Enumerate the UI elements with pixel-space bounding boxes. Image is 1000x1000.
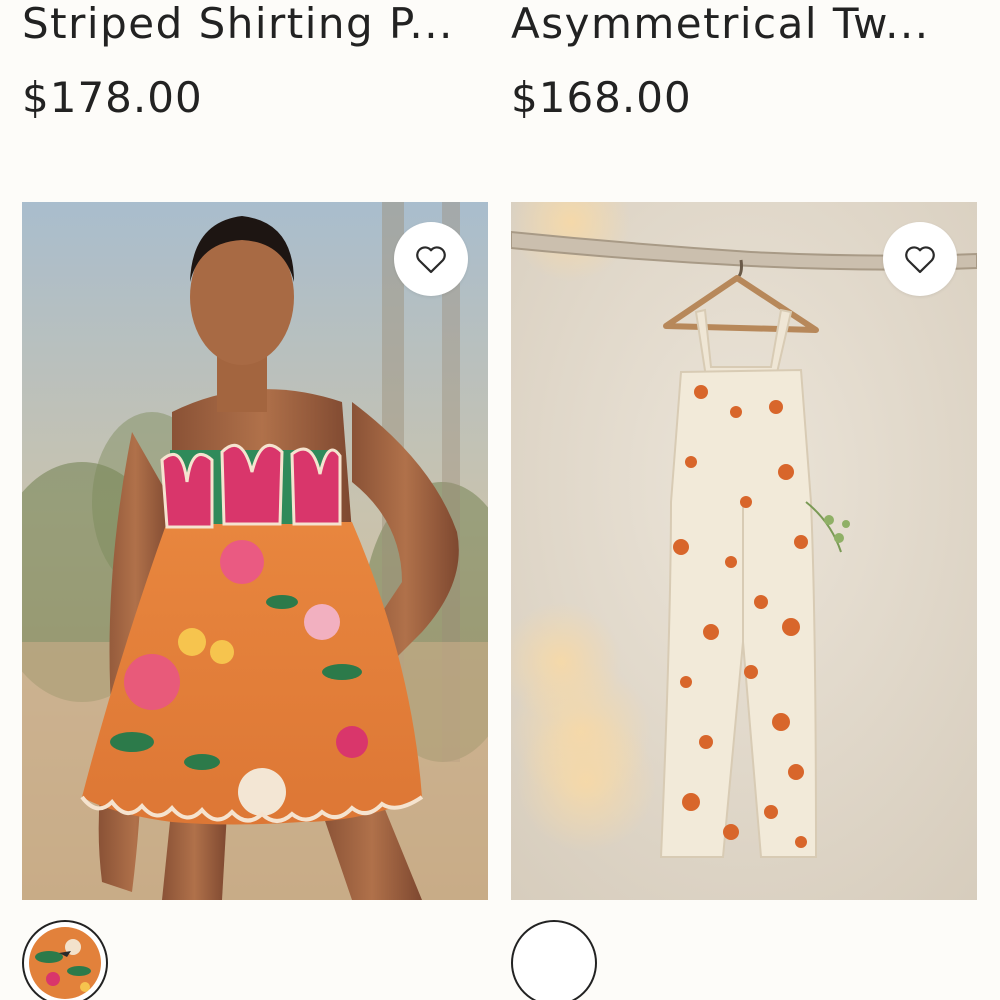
product-image-romper[interactable] [22, 202, 488, 900]
favorite-button[interactable] [394, 222, 468, 296]
favorite-button[interactable] [883, 222, 957, 296]
product-price: $168.00 [511, 73, 692, 122]
floral-swatch-image [29, 927, 101, 999]
product-price: $178.00 [22, 73, 203, 122]
heart-outline-icon [416, 246, 446, 274]
color-swatch[interactable] [511, 920, 597, 1000]
product-title[interactable]: Striped Shirting P... [22, 0, 492, 48]
product-grid: Striped Shirting P... $178.00 Asymmetric… [0, 0, 1000, 1000]
color-swatch-selected[interactable] [22, 920, 108, 1000]
heart-outline-icon [905, 246, 935, 274]
product-image-overalls[interactable] [511, 202, 977, 900]
product-title[interactable]: Asymmetrical Tw... [511, 0, 981, 48]
